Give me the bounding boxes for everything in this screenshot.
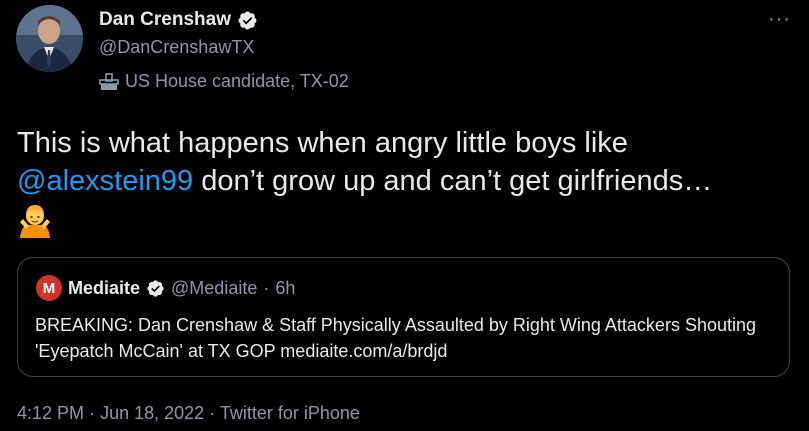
quoted-tweet-header: M Mediaite @Mediaite · 6h [36,275,295,301]
author-label-text: US House candidate, TX-02 [125,71,349,91]
tweet-text: This is what happens when angry little b… [17,124,797,248]
author-label: US House candidate, TX-02 [99,71,349,92]
author-name-row[interactable]: Dan Crenshaw [99,9,258,31]
ballot-box-icon [99,72,119,90]
verified-badge-icon [238,11,257,29]
meta-separator-2: · [209,403,216,423]
tweet-text-after: don’t grow up and can’t get girlfriends… [193,165,713,197]
tweet-date[interactable]: Jun 18, 2022 [100,403,204,423]
avatar-photo [16,5,83,72]
quoted-tweet-card[interactable]: M Mediaite @Mediaite · 6h BREAKING: Dan … [17,257,790,377]
author-name[interactable]: Dan Crenshaw [99,9,231,31]
quoted-timestamp[interactable]: 6h [275,278,295,299]
more-options-button[interactable]: ··· [768,8,791,31]
quoted-author-name: Mediaite [68,277,141,298]
tweet-time[interactable]: 4:12 PM [17,403,84,423]
mention-link[interactable]: @alexstein99 [17,165,193,197]
author-handle[interactable]: @DanCrenshawTX [99,37,254,58]
quoted-separator: · [263,277,270,298]
quoted-author-handle: @Mediaite [171,277,258,298]
avatar[interactable] [16,5,83,72]
quoted-tweet-text: BREAKING: Dan Crenshaw & Staff Physicall… [35,315,757,361]
quoted-verified-badge-icon [147,279,164,297]
tweet-meta: 4:12 PM · Jun 18, 2022 · Twitter for iPh… [17,403,360,424]
tweet-text-before: This is what happens when angry little b… [17,127,628,159]
tweet-source[interactable]: Twitter for iPhone [220,403,360,423]
more-icon: ··· [768,8,791,30]
meta-separator-1: · [89,403,96,423]
mediaite-logo-icon: M [36,275,62,301]
person-shrugging-emoji-icon [17,202,53,248]
